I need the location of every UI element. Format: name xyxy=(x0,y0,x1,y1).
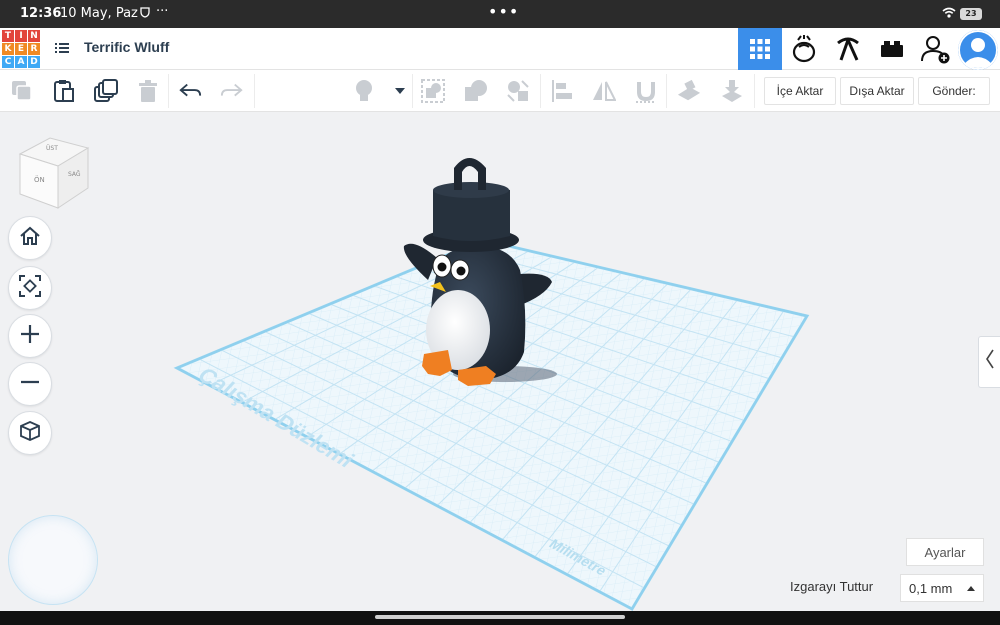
logo-tile: A xyxy=(15,56,27,68)
brick-icon[interactable] xyxy=(870,28,914,70)
home-icon xyxy=(19,225,41,251)
minus-icon xyxy=(20,372,40,396)
logo-tile: N xyxy=(28,30,40,42)
undo-icon[interactable] xyxy=(178,79,202,103)
toolbar-separator xyxy=(540,74,541,108)
edit-toolbar: İçe Aktar Dışa Aktar Gönder: xyxy=(0,70,1000,112)
3d-view-grid-icon[interactable] xyxy=(738,28,782,70)
export-button[interactable]: Dışa Aktar xyxy=(840,77,914,105)
drop-icon[interactable] xyxy=(720,79,744,103)
status-more: ··· xyxy=(156,4,169,19)
viewcube-top-label: ÜST xyxy=(46,145,58,152)
logo-tile: R xyxy=(28,43,40,55)
zoom-out-button[interactable] xyxy=(8,362,52,406)
toolbar-separator xyxy=(168,74,169,108)
import-button[interactable]: İçe Aktar xyxy=(764,77,836,105)
toolbar-separator xyxy=(754,74,755,108)
status-date: 10 May, Paz xyxy=(60,6,138,21)
home-indicator[interactable] xyxy=(375,615,625,619)
zoom-in-button[interactable] xyxy=(8,314,52,358)
logo-tile: T xyxy=(2,30,14,42)
toolbar-separator xyxy=(254,74,255,108)
home-view-button[interactable] xyxy=(8,216,52,260)
chevron-left-icon xyxy=(985,348,995,376)
logo-tile: E xyxy=(15,43,27,55)
view-cube[interactable]: ÜST ÖN SAĞ xyxy=(16,132,96,212)
3d-viewport[interactable]: Çalışma Düzlemi Milimetre xyxy=(0,112,1000,612)
wifi-icon xyxy=(942,7,956,22)
snap-grid-value: 0,1 mm xyxy=(909,580,953,596)
mirror-icon[interactable] xyxy=(592,79,616,103)
battery-indicator: 23 xyxy=(960,8,982,20)
workplane-icon[interactable] xyxy=(677,79,701,103)
status-bar: 12:36 10 May, Paz ··· ••• 23 xyxy=(0,0,1000,28)
paste-icon[interactable] xyxy=(52,79,76,103)
logo-tile: D xyxy=(28,56,40,68)
cruise-magnet-icon[interactable] xyxy=(634,79,658,103)
redo-icon[interactable] xyxy=(220,79,244,103)
list-menu-icon[interactable] xyxy=(54,40,70,56)
send-to-button[interactable]: Gönder: xyxy=(918,77,990,105)
status-time: 12:36 xyxy=(20,6,62,21)
projection-toggle-button[interactable] xyxy=(8,411,52,455)
snap-grid-select[interactable]: 0,1 mm xyxy=(900,574,984,602)
group-icon[interactable] xyxy=(421,79,445,103)
align-icon-cluster[interactable] xyxy=(506,79,530,103)
plus-icon xyxy=(20,324,40,348)
logo-tile: C xyxy=(2,56,14,68)
viewcube-right-label: SAĞ xyxy=(68,171,81,178)
delete-icon[interactable] xyxy=(136,79,160,103)
panel-expand-handle[interactable] xyxy=(978,336,1000,388)
app-header: TIN KER CAD Terrific Wluff xyxy=(0,28,1000,70)
caret-up-icon xyxy=(967,586,975,591)
ungroup-icon[interactable] xyxy=(464,79,488,103)
chevron-down-icon[interactable] xyxy=(388,79,412,103)
orbit-joystick[interactable] xyxy=(8,515,98,605)
duplicate-icon[interactable] xyxy=(94,79,118,103)
logo-tile: I xyxy=(15,30,27,42)
logo-tile: K xyxy=(2,43,14,55)
lightbulb-icon[interactable] xyxy=(352,79,376,103)
fit-view-icon xyxy=(18,274,42,302)
multitask-dots[interactable]: ••• xyxy=(488,2,519,21)
snap-grid-label: Izgarayı Tuttur xyxy=(790,579,874,594)
project-title[interactable]: Terrific Wluff xyxy=(84,39,169,55)
settings-button[interactable]: Ayarlar xyxy=(906,538,984,566)
viewcube-front-label: ÖN xyxy=(34,175,45,184)
pickaxe-icon[interactable] xyxy=(826,28,870,70)
notification-icon xyxy=(140,6,150,21)
copy-icon[interactable] xyxy=(10,79,34,103)
toolbar-separator xyxy=(666,74,667,108)
cube-icon xyxy=(19,420,41,446)
invite-user-icon[interactable] xyxy=(914,28,958,70)
fit-view-button[interactable] xyxy=(8,266,52,310)
tinkercad-logo[interactable]: TIN KER CAD xyxy=(2,30,40,68)
toolbar-separator xyxy=(412,74,413,108)
align-icon[interactable] xyxy=(550,79,574,103)
blocks-icon[interactable] xyxy=(782,28,826,70)
user-avatar[interactable] xyxy=(958,30,998,70)
